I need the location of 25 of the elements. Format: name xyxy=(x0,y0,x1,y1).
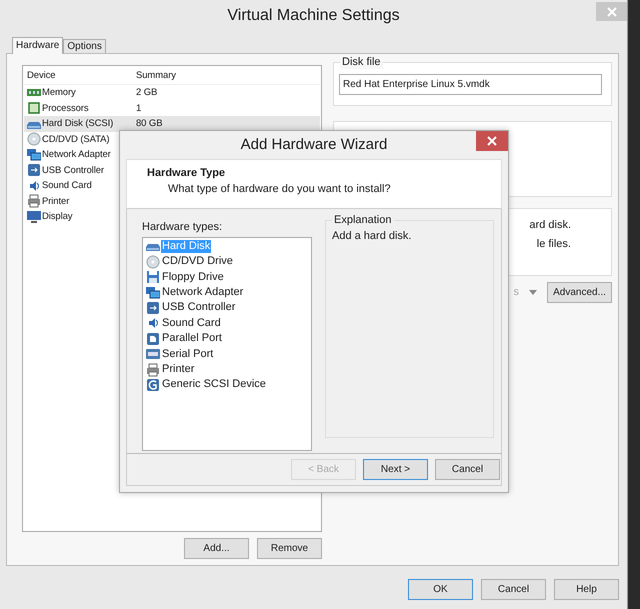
group-label: Disk file xyxy=(340,56,383,70)
group-label: Explanation xyxy=(332,214,394,227)
wizard-title: Add Hardware Wizard xyxy=(240,136,388,154)
device-name: Memory xyxy=(42,87,76,98)
device-summary: 1 xyxy=(136,102,142,114)
dropdown-value: s xyxy=(514,286,519,300)
column-header: Device xyxy=(27,70,56,82)
device-name: Hard Disk (SCSI) xyxy=(42,118,114,130)
device-name: Sound Card xyxy=(42,180,92,192)
explanation-text: Add a hard disk. xyxy=(332,230,412,243)
device-name: USB Controller xyxy=(42,164,104,176)
device-name: CD/DVD (SATA) xyxy=(42,134,110,145)
info-text: ard disk. xyxy=(529,219,571,232)
step-description: What type of hardware do you want to install? xyxy=(168,183,391,196)
device-name: Processors xyxy=(42,102,89,114)
column-header: Summary xyxy=(136,70,176,82)
device-name: Display xyxy=(42,211,72,222)
list-label: Hardware types: xyxy=(142,220,222,234)
device-summary: 80 GB xyxy=(136,118,162,130)
info-text: le files. xyxy=(536,238,571,252)
step-heading: Hardware Type xyxy=(147,166,226,180)
device-name: Network Adapter xyxy=(42,149,111,160)
window-title: Virtual Machine Settings xyxy=(227,6,400,26)
device-name: Printer xyxy=(42,196,70,207)
device-summary: 2 GB xyxy=(136,87,158,98)
